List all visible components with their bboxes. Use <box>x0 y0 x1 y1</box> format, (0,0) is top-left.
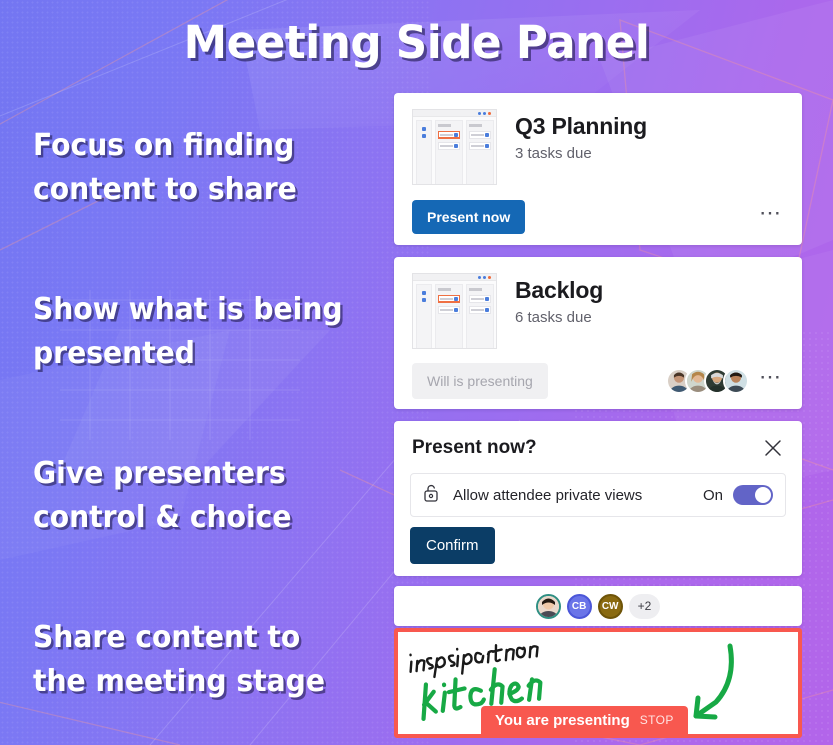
file-title: Q3 Planning <box>515 113 647 139</box>
file-subtitle: 3 tasks due <box>515 145 592 162</box>
caption-show-what-is-presented: Show what is being presented <box>33 292 343 371</box>
file-card-meta: Backlog 6 tasks due <box>497 273 603 326</box>
board-thumbnail-icon <box>412 109 497 185</box>
caption-focus-on-finding: Focus on finding content to share <box>33 128 297 207</box>
file-title: Backlog <box>515 277 604 303</box>
dialog-header: Present now? <box>394 421 802 459</box>
avatar-initials-cb[interactable]: CB <box>566 593 592 619</box>
file-card-header: Q3 Planning 3 tasks due <box>394 93 802 185</box>
presenting-status-button: Will is presenting <box>412 363 548 399</box>
avatar-group[interactable] <box>666 368 749 394</box>
file-card-footer: Present now ⋯ <box>394 189 802 245</box>
avatar <box>723 368 749 394</box>
toggle-state-label: On <box>702 486 723 504</box>
participant-presence-bar: CB CW +2 <box>394 586 802 626</box>
present-now-dialog: Present now? Allow attendee private view… <box>394 421 802 576</box>
avatar[interactable] <box>535 593 561 619</box>
more-horizontal-icon[interactable]: ⋯ <box>749 366 784 391</box>
option-label: Allow attendee private views <box>453 486 643 504</box>
attendee-private-views-option[interactable]: Allow attendee private views On <box>410 473 786 517</box>
file-card-header: Backlog 6 tasks due <box>394 257 802 349</box>
presenting-banner: You are presenting STOP <box>481 706 688 734</box>
stop-presenting-button[interactable]: STOP <box>640 713 674 727</box>
file-card-backlog[interactable]: Backlog 6 tasks due Will is presenting ⋯ <box>394 257 802 409</box>
private-views-toggle[interactable] <box>733 485 773 505</box>
curved-arrow-down-left-icon <box>693 643 734 720</box>
close-icon[interactable] <box>762 437 784 459</box>
file-subtitle: 6 tasks due <box>515 309 592 326</box>
more-horizontal-icon[interactable]: ⋯ <box>749 202 784 227</box>
file-card-footer: Will is presenting ⋯ <box>394 353 802 409</box>
confirm-button[interactable]: Confirm <box>410 527 495 564</box>
avatar-initials-cw[interactable]: CW <box>597 593 623 619</box>
meeting-side-panel: Q3 Planning 3 tasks due Present now ⋯ Ba… <box>394 0 802 745</box>
meeting-stage: You are presenting STOP <box>394 628 802 738</box>
toggle-knob <box>755 487 771 503</box>
caption-share-content-to-stage: Share content to the meeting stage <box>33 620 325 699</box>
caption-give-presenters-control: Give presenters control & choice <box>33 456 292 535</box>
dialog-title: Present now? <box>412 437 537 458</box>
caption-list: Focus on finding content to share Show w… <box>0 0 392 745</box>
unlocked-padlock-icon <box>423 483 441 508</box>
avatar-overflow-count[interactable]: +2 <box>628 593 661 619</box>
presence-avatars: CB CW +2 <box>394 586 802 626</box>
file-card-meta: Q3 Planning 3 tasks due <box>497 109 647 162</box>
board-thumbnail-icon <box>412 273 497 349</box>
file-card-q3-planning[interactable]: Q3 Planning 3 tasks due Present now ⋯ <box>394 93 802 245</box>
ink-word-inspiration <box>409 644 539 679</box>
presenting-label: You are presenting <box>495 711 630 729</box>
present-now-button[interactable]: Present now <box>412 200 526 234</box>
